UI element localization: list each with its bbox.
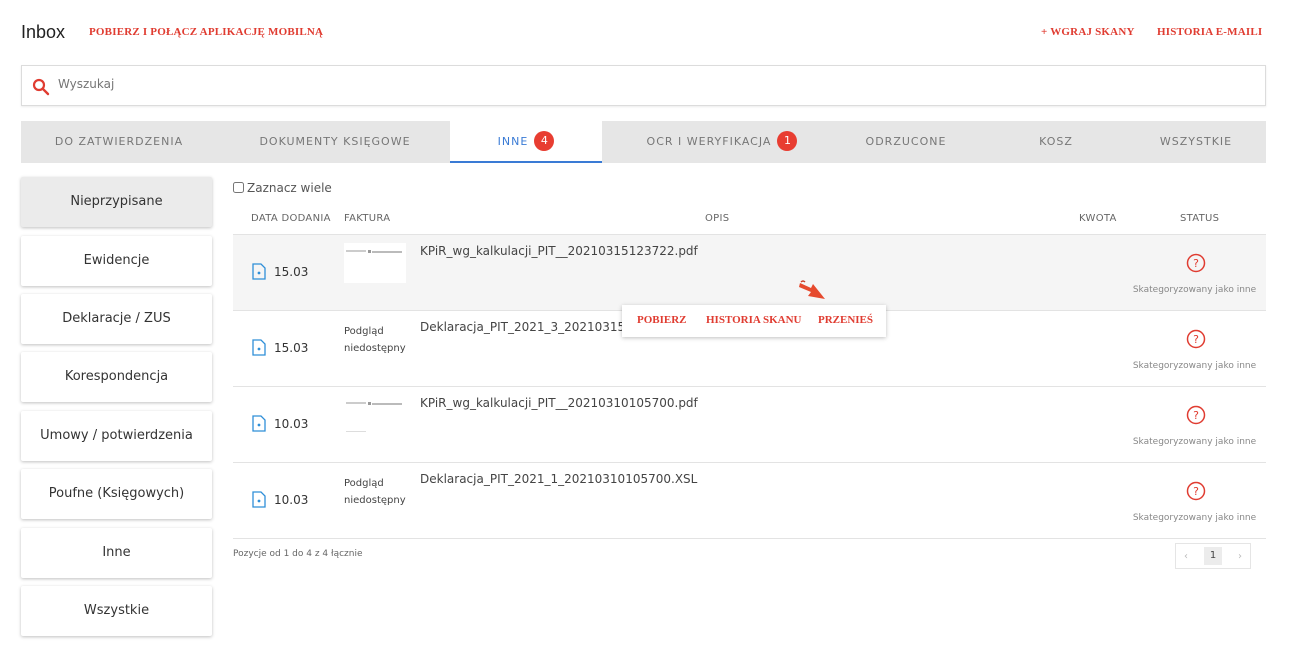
pagination: ‹ 1 ›	[1175, 543, 1251, 569]
document-thumbnail[interactable]	[344, 243, 406, 283]
tab-label: ODRZUCONE	[865, 135, 947, 148]
sidebar-item-label: Ewidencje	[83, 253, 150, 268]
sidebar-item-poufne[interactable]: Poufne (Księgowych)	[21, 469, 212, 519]
sidebar-item-umowy[interactable]: Umowy / potwierdzenia	[21, 411, 212, 461]
sidebar-item-ewidencje[interactable]: Ewidencje	[21, 236, 212, 286]
row-description[interactable]: Deklaracja_PIT_2021_3_2021031512	[420, 320, 640, 334]
select-many-label: Zaznacz wiele	[247, 181, 332, 195]
row-date: 15.03	[274, 341, 309, 355]
document-icon	[252, 491, 266, 508]
sidebar-item-label: Korespondencja	[64, 369, 169, 384]
move-menu-item[interactable]: PRZENIEŚ	[818, 314, 873, 326]
svg-text:?: ?	[1193, 485, 1199, 498]
table-row[interactable]: 10.03 KPiR_wg_kalkulacji_PIT__2021031010…	[233, 386, 1266, 463]
select-many[interactable]: Zaznacz wiele	[233, 181, 332, 195]
search-icon	[32, 78, 50, 96]
preview-unavailable: Podgląd niedostępny	[344, 326, 406, 354]
sidebar-item-deklaracje-zus[interactable]: Deklaracje / ZUS	[21, 294, 212, 344]
row-date: 15.03	[274, 265, 309, 279]
column-header-date[interactable]: DATA DODANIA	[251, 213, 331, 224]
svg-text:?: ?	[1193, 333, 1199, 346]
page-title: Inbox	[21, 22, 66, 42]
question-icon: ?	[1186, 405, 1206, 425]
sidebar-item-korespondencja[interactable]: Korespondencja	[21, 352, 212, 402]
preview-unavailable: Podgląd niedostępny	[344, 478, 406, 506]
sidebar-item-inne[interactable]: Inne	[21, 528, 212, 578]
tab-badge: 1	[777, 131, 798, 151]
table-row[interactable]: 10.03 Podgląd niedostępny Deklaracja_PIT…	[233, 462, 1266, 539]
sidebar-item-label: Inne	[102, 545, 131, 560]
row-date: 10.03	[274, 417, 309, 431]
svg-text:?: ?	[1193, 409, 1199, 422]
sidebar-item-nieprzypisane[interactable]: Nieprzypisane	[21, 177, 212, 227]
row-description[interactable]: KPiR_wg_kalkulacji_PIT__20210310105700.p…	[420, 396, 698, 410]
tab-badge: 4	[534, 131, 555, 151]
row-description[interactable]: Deklaracja_PIT_2021_1_20210310105700.XSL	[420, 472, 697, 486]
sidebar-item-label: Nieprzypisane	[70, 194, 163, 209]
tab-do-zatwierdzenia[interactable]: DO ZATWIERDZENIA	[21, 121, 217, 163]
sidebar-item-wszystkie[interactable]: Wszystkie	[21, 586, 212, 636]
download-menu-item[interactable]: POBIERZ	[637, 314, 687, 326]
row-status: Skategoryzowany jako inne	[1132, 285, 1257, 295]
table-row[interactable]: 15.03 KPiR_wg_kalkulacji_PIT__2021031512…	[233, 234, 1266, 311]
tab-inne[interactable]: INNE 4	[450, 121, 602, 163]
row-date: 10.03	[274, 493, 309, 507]
tab-ocr-i-weryfikacja[interactable]: OCR I WERYFIKACJA 1	[633, 121, 811, 163]
sidebar-item-label: Deklaracje / ZUS	[62, 311, 171, 326]
tab-label: WSZYSTKIE	[1159, 135, 1233, 148]
pagination-range: Pozycje od 1 do 4 z 4 łącznie	[233, 549, 363, 559]
document-icon	[252, 339, 266, 356]
search-bar	[21, 65, 1266, 106]
row-status: Skategoryzowany jako inne	[1132, 361, 1257, 371]
tab-dokumenty-ksiegowe[interactable]: DOKUMENTY KSIĘGOWE	[250, 121, 420, 163]
tab-label: DOKUMENTY KSIĘGOWE	[259, 135, 411, 148]
column-header-amount[interactable]: KWOTA	[1079, 213, 1117, 224]
upload-scans-link[interactable]: + WGRAJ SKANY	[1041, 26, 1135, 38]
row-description[interactable]: KPiR_wg_kalkulacji_PIT__20210315123722.p…	[420, 244, 698, 258]
sidebar-item-label: Poufne (Księgowych)	[48, 486, 185, 501]
column-header-status[interactable]: STATUS	[1180, 213, 1219, 224]
tab-label: KOSZ	[1039, 135, 1073, 148]
sidebar-item-label: Umowy / potwierdzenia	[40, 428, 193, 443]
table-bottom-divider	[233, 538, 1266, 539]
svg-text:?: ?	[1193, 257, 1199, 270]
search-input[interactable]	[56, 76, 560, 92]
prev-page-button[interactable]: ‹	[1184, 551, 1188, 562]
question-icon: ?	[1186, 253, 1206, 273]
sidebar-item-label: Wszystkie	[83, 603, 150, 618]
page-1-button[interactable]: 1	[1204, 547, 1222, 565]
next-page-button[interactable]: ›	[1238, 551, 1242, 562]
column-header-description[interactable]: OPIS	[705, 213, 729, 224]
tab-label: OCR I WERYFIKACJA	[646, 135, 772, 148]
tab-label: INNE	[497, 135, 529, 148]
row-status: Skategoryzowany jako inne	[1132, 513, 1257, 523]
column-header-invoice[interactable]: FAKTURA	[344, 213, 390, 224]
tab-kosz[interactable]: KOSZ	[1026, 121, 1086, 163]
document-icon	[252, 263, 266, 280]
pointer-arrow-icon	[799, 280, 825, 299]
email-history-link[interactable]: HISTORIA E-MAILI	[1157, 26, 1262, 38]
tab-odrzucone[interactable]: ODRZUCONE	[851, 121, 961, 163]
tab-bar: DO ZATWIERDZENIA DOKUMENTY KSIĘGOWE INNE…	[21, 121, 1266, 163]
top-bar: Inbox POBIERZ I POŁĄCZ APLIKACJĘ MOBILNĄ…	[21, 22, 1262, 46]
question-icon: ?	[1186, 481, 1206, 501]
document-icon	[252, 415, 266, 432]
mobile-app-link[interactable]: POBIERZ I POŁĄCZ APLIKACJĘ MOBILNĄ	[89, 26, 323, 38]
tab-wszystkie[interactable]: WSZYSTKIE	[1141, 121, 1251, 163]
scan-history-menu-item[interactable]: HISTORIA SKANU	[706, 314, 801, 326]
row-status: Skategoryzowany jako inne	[1132, 437, 1257, 447]
row-context-menu: POBIERZ HISTORIA SKANU PRZENIEŚ	[622, 305, 886, 337]
tab-label: DO ZATWIERDZENIA	[54, 135, 184, 148]
question-icon: ?	[1186, 329, 1206, 349]
select-many-checkbox[interactable]	[233, 182, 244, 193]
document-thumbnail[interactable]	[344, 395, 406, 435]
